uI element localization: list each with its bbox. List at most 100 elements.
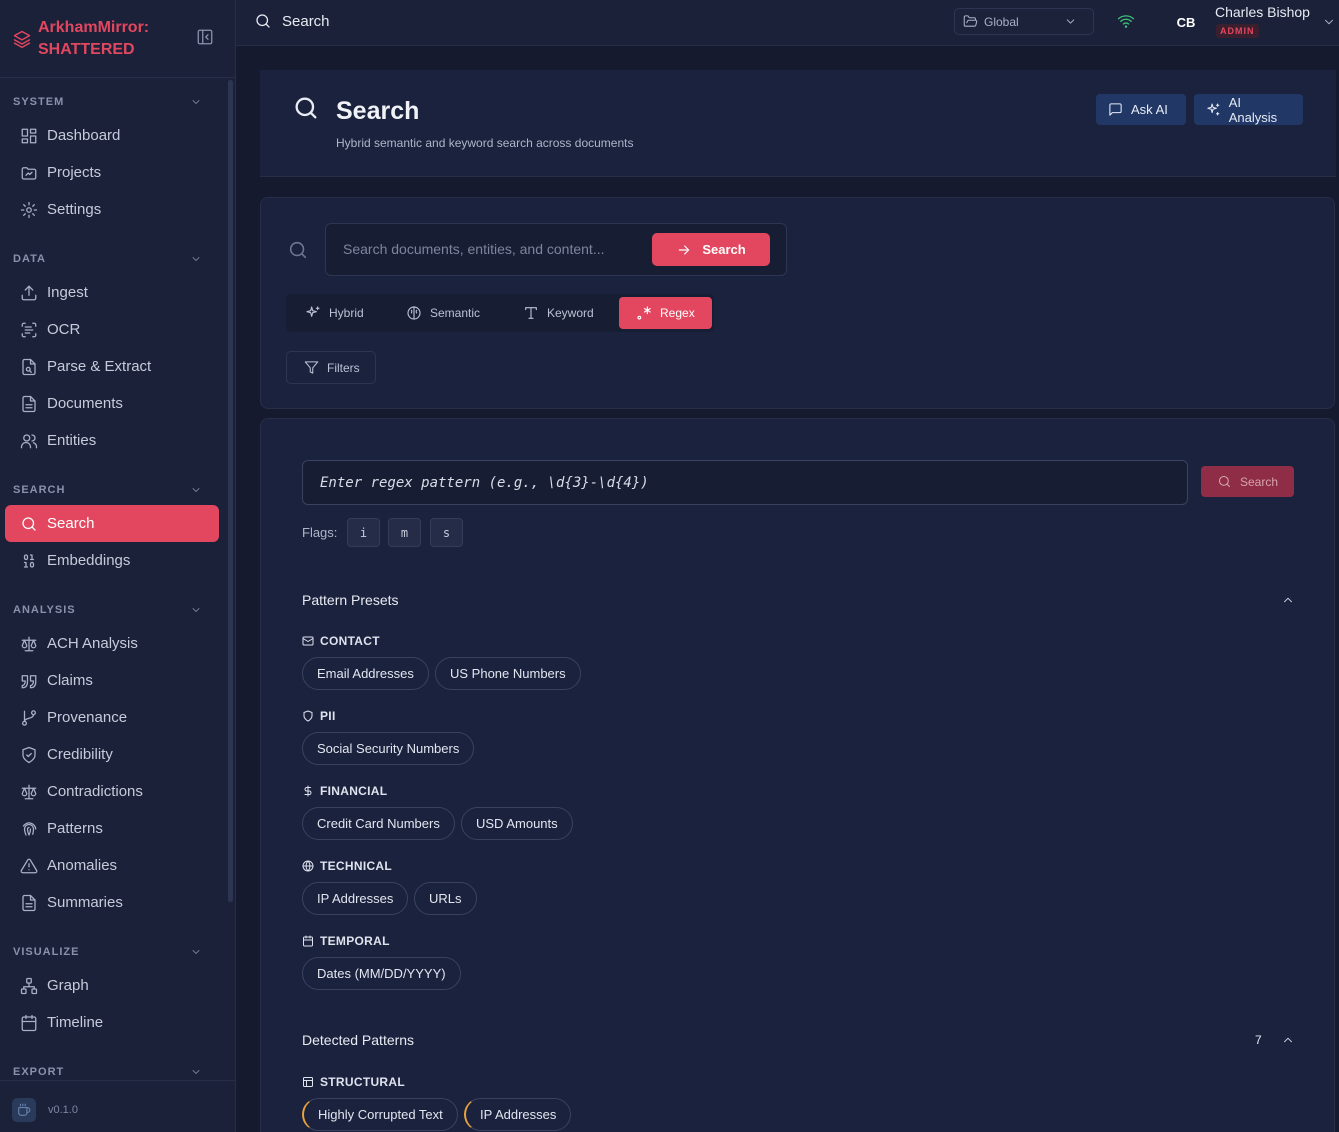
preset-chip[interactable]: Credit Card Numbers xyxy=(302,807,455,840)
tab-keyword[interactable]: Keyword xyxy=(523,297,594,329)
tab-regex[interactable]: Regex xyxy=(619,297,712,329)
type-icon xyxy=(525,307,537,319)
tab-semantic[interactable]: Semantic xyxy=(406,297,480,329)
sidebar-item-label: Dashboard xyxy=(47,127,121,144)
filters-button[interactable]: Filters xyxy=(286,351,376,384)
ai-analysis-button[interactable]: AI Analysis xyxy=(1194,94,1303,125)
regex-search-button[interactable]: Search xyxy=(1201,466,1294,497)
coffee-icon[interactable] xyxy=(12,1098,36,1122)
calendar-icon xyxy=(21,1014,37,1031)
detected-patterns-title[interactable]: Detected Patterns xyxy=(302,1032,414,1048)
ai-analysis-label: AI Analysis xyxy=(1228,94,1278,125)
section-system-header[interactable]: SYSTEM xyxy=(0,92,228,112)
sidebar-item-label: Patterns xyxy=(47,820,103,837)
sidebar-item-entities[interactable]: Entities xyxy=(5,422,219,459)
search-box: Search xyxy=(325,223,787,276)
tab-label: Keyword xyxy=(547,306,594,320)
section-title: ANALYSIS xyxy=(13,604,76,616)
network-icon xyxy=(20,977,38,994)
sidebar-item-search[interactable]: Search xyxy=(5,505,219,542)
category-label: PII xyxy=(320,709,336,723)
section-visualize-header[interactable]: VISUALIZE xyxy=(0,942,228,962)
sidebar-item-parse-extract[interactable]: Parse & Extract xyxy=(5,348,219,385)
sidebar-item-label: Credibility xyxy=(47,746,113,763)
flag-s-toggle[interactable]: s xyxy=(430,518,463,547)
section-export-header[interactable]: EXPORT xyxy=(0,1062,228,1082)
message-square-icon xyxy=(1109,103,1122,116)
section-search-header[interactable]: SEARCH xyxy=(0,480,228,500)
workspace-select[interactable]: Global xyxy=(954,8,1094,35)
sidebar-item-credibility[interactable]: Credibility xyxy=(5,736,219,773)
chevron-down-icon[interactable] xyxy=(1322,15,1336,29)
preset-chip[interactable]: Social Security Numbers xyxy=(302,732,475,765)
sidebar-item-settings[interactable]: Settings xyxy=(5,191,219,228)
preset-chip[interactable]: Dates (MM/DD/YYYY) xyxy=(302,957,461,990)
section-title: DATA xyxy=(13,253,46,265)
section-data-header[interactable]: DATA xyxy=(0,249,228,269)
sidebar-item-claims[interactable]: Claims xyxy=(5,662,219,699)
sidebar-item-label: OCR xyxy=(47,321,81,338)
detected-chip[interactable]: IP Addresses xyxy=(464,1098,572,1131)
search-icon xyxy=(1218,475,1231,488)
sidebar-item-provenance[interactable]: Provenance xyxy=(5,699,219,736)
chevron-down-icon xyxy=(192,608,200,612)
tab-hybrid[interactable]: Hybrid xyxy=(305,297,364,329)
sidebar-item-projects[interactable]: Projects xyxy=(5,154,219,191)
preset-chip[interactable]: IP Addresses xyxy=(302,882,409,915)
workspace-value: Global xyxy=(984,14,1019,29)
preset-chip[interactable]: US Phone Numbers xyxy=(435,657,581,690)
sidebar-item-anomalies[interactable]: Anomalies xyxy=(5,847,219,884)
section-analysis-header[interactable]: ANALYSIS xyxy=(0,600,228,620)
ask-ai-button[interactable]: Ask AI xyxy=(1096,94,1186,125)
preset-chip[interactable]: URLs xyxy=(414,882,477,915)
sidebar-item-graph[interactable]: Graph xyxy=(5,967,219,1004)
version-label: v0.1.0 xyxy=(48,1104,78,1116)
regex-pattern-input[interactable] xyxy=(302,460,1188,505)
sidebar-item-timeline[interactable]: Timeline xyxy=(5,1004,219,1041)
flag-m-toggle[interactable]: m xyxy=(388,518,421,547)
scale-icon xyxy=(21,784,37,799)
flag-i-toggle[interactable]: i xyxy=(347,518,380,547)
sidebar-item-ach-analysis[interactable]: ACH Analysis xyxy=(5,625,219,662)
preset-chip[interactable]: USD Amounts xyxy=(461,807,573,840)
file-text-icon xyxy=(22,894,36,911)
sidebar-item-dashboard[interactable]: Dashboard xyxy=(5,117,219,154)
collapse-sidebar-icon[interactable] xyxy=(196,28,214,46)
flags-label: Flags: xyxy=(302,525,338,540)
chevron-up-icon[interactable] xyxy=(1281,593,1295,607)
avatar[interactable]: CB xyxy=(1170,8,1202,36)
search-input[interactable] xyxy=(343,241,643,257)
sidebar-item-embeddings[interactable]: Embeddings xyxy=(5,542,219,579)
user-name[interactable]: Charles Bishop xyxy=(1215,4,1310,20)
sidebar-item-documents[interactable]: Documents xyxy=(5,385,219,422)
sidebar-item-contradictions[interactable]: Contradictions xyxy=(5,773,219,810)
filter-icon xyxy=(304,361,319,374)
page-header: Search Hybrid semantic and keyword searc… xyxy=(260,70,1336,177)
arrow-right-icon xyxy=(679,244,690,255)
sidebar-item-patterns[interactable]: Patterns xyxy=(5,810,219,847)
dashboard-icon xyxy=(21,128,37,143)
tab-label: Semantic xyxy=(430,306,481,320)
file-text-icon xyxy=(22,395,36,412)
search-button[interactable]: Search xyxy=(652,233,770,266)
chevron-down-icon xyxy=(1066,19,1075,24)
pattern-presets-title[interactable]: Pattern Presets xyxy=(302,592,399,608)
sidebar-item-ingest[interactable]: Ingest xyxy=(5,274,219,311)
scan-text-icon xyxy=(21,322,37,337)
sidebar-scrollbar[interactable] xyxy=(228,80,233,902)
page-title: Search xyxy=(336,97,420,125)
sidebar-item-label: Anomalies xyxy=(47,857,118,874)
section-title: SEARCH xyxy=(13,484,66,496)
category-financial: FINANCIAL xyxy=(302,784,387,798)
sidebar-item-label: Settings xyxy=(47,201,102,218)
sidebar-item-label: Claims xyxy=(47,672,93,689)
shield-icon xyxy=(303,710,313,722)
sidebar-item-ocr[interactable]: OCR xyxy=(5,311,219,348)
sidebar-item-summaries[interactable]: Summaries xyxy=(5,884,219,921)
divider xyxy=(0,1080,235,1081)
detected-chip[interactable]: Highly Corrupted Text xyxy=(302,1098,458,1131)
chevron-up-icon[interactable] xyxy=(1281,1033,1295,1047)
sidebar-item-label: ACH Analysis xyxy=(47,635,138,652)
sidebar-item-label: Timeline xyxy=(47,1014,104,1031)
preset-chip[interactable]: Email Addresses xyxy=(302,657,429,690)
